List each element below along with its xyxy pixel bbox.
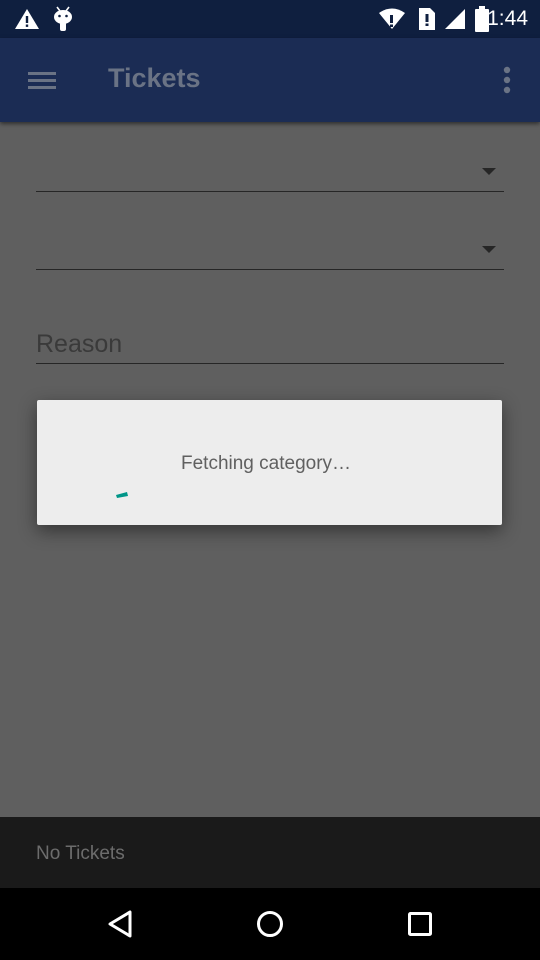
subcategory-spinner[interactable] xyxy=(36,230,504,270)
menu-icon xyxy=(28,72,56,89)
dialog-message: Fetching category… xyxy=(181,453,352,474)
sim-icon xyxy=(418,7,436,36)
dropdown-arrow-icon xyxy=(482,168,496,175)
no-tickets-label: No Tickets xyxy=(36,843,125,864)
recents-button[interactable] xyxy=(400,904,440,944)
category-spinner[interactable] xyxy=(36,152,504,192)
reason-input[interactable] xyxy=(36,322,504,363)
status-time: 11:44 xyxy=(477,7,528,30)
menu-button[interactable] xyxy=(22,62,62,98)
overflow-menu-button[interactable] xyxy=(496,62,518,98)
back-icon xyxy=(108,910,132,938)
progress-spinner-icon xyxy=(115,486,129,498)
app-bar: Tickets xyxy=(0,38,540,122)
status-bar: 11:44 xyxy=(0,0,540,38)
app-title: Tickets xyxy=(108,63,201,93)
progress-dialog: Fetching category… xyxy=(37,400,502,525)
bottom-bar: No Tickets xyxy=(0,817,540,888)
more-vert-icon xyxy=(503,66,511,94)
signal-icon xyxy=(444,8,466,35)
warning-icon xyxy=(14,8,40,35)
recents-icon xyxy=(408,912,432,936)
wifi-icon xyxy=(378,8,406,35)
home-button[interactable] xyxy=(250,904,290,944)
home-icon xyxy=(257,911,283,937)
android-icon xyxy=(52,6,74,37)
navigation-bar xyxy=(0,888,540,960)
reason-field[interactable] xyxy=(36,322,504,364)
dropdown-arrow-icon xyxy=(482,246,496,253)
back-button[interactable] xyxy=(100,904,140,944)
